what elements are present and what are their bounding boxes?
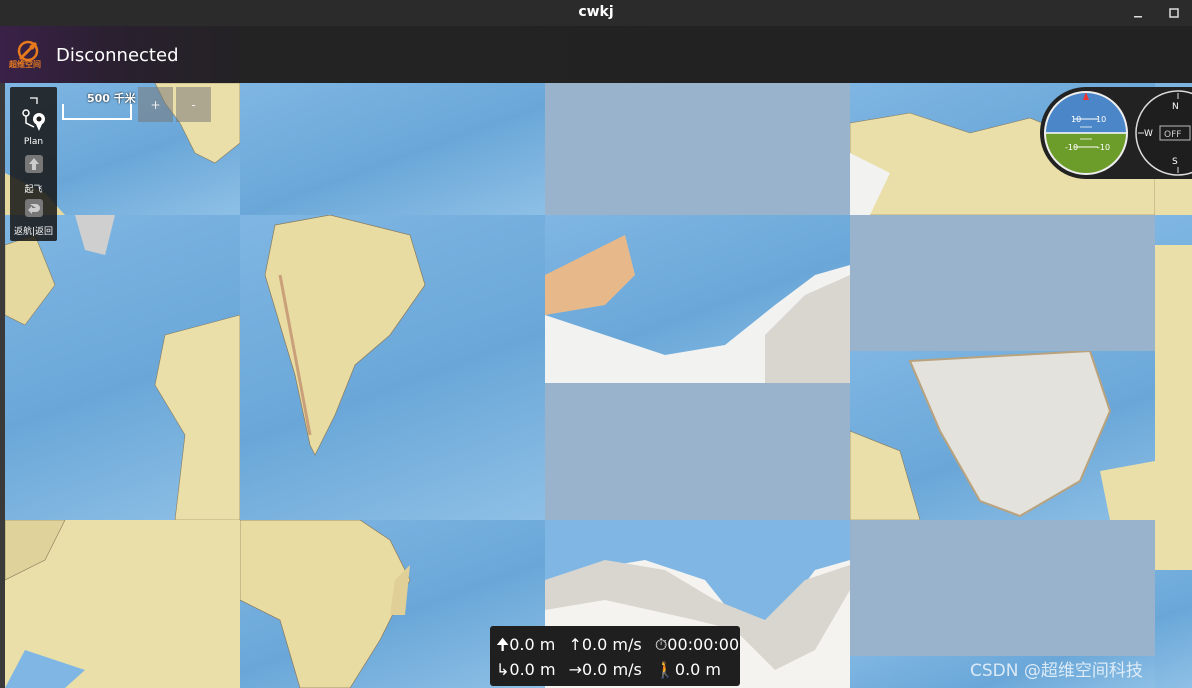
map-view[interactable] [0, 83, 1192, 688]
return-button[interactable]: 返航|返回 [10, 197, 57, 237]
fly-tool-strip: Plan 起飞 返航|返回 [10, 87, 57, 241]
telemetry-row-2: ↳0.0 m →0.0 m/s 🚶0.0 m [496, 660, 729, 679]
map-tile [5, 520, 240, 688]
connection-status[interactable]: Disconnected [56, 45, 179, 66]
climb-rate-icon: ↑ [568, 635, 582, 654]
takeoff-button[interactable]: 起飞 [10, 153, 57, 195]
route-icon [29, 97, 38, 104]
attitude-indicator: 10 10 -10 -10 [1044, 91, 1128, 175]
ground-speed-icon: → [568, 660, 583, 679]
watermark: CSDN @超维空间科技 [970, 661, 1143, 681]
map-tile [240, 83, 545, 215]
map-tile [850, 351, 1155, 520]
map-tile [545, 383, 850, 520]
map-tile [850, 215, 1155, 351]
minimize-button[interactable] [1120, 0, 1156, 26]
distance-value: 0.0 m [509, 660, 556, 679]
timer-icon: ⏱ [654, 635, 668, 654]
map-tile [5, 215, 240, 520]
compass-n: N [1172, 102, 1179, 112]
plan-waypoint-icon [21, 109, 45, 131]
minimize-icon [1134, 16, 1142, 18]
compass-indicator: N W S OFF [1135, 90, 1192, 176]
map-tile [545, 215, 850, 383]
ground-speed-value: 0.0 m/s [582, 660, 642, 679]
flight-time-value: 00:00:00 [667, 635, 740, 654]
instrument-panel: 10 10 -10 -10 N W S OFF [1040, 87, 1192, 179]
compass-s: S [1172, 157, 1178, 167]
plan-label: Plan [23, 137, 44, 147]
brand-logo-text: 超维空间 [9, 60, 41, 69]
zoom-out-button[interactable]: - [176, 87, 211, 122]
altitude-icon: 🠉 [496, 635, 510, 654]
pitch-label-up-left: 10 [1071, 115, 1081, 124]
telemetry-row-1: 🠉0.0 m ↑0.0 m/s ⏱00:00:00 [496, 634, 747, 661]
window-title: cwkj [578, 4, 614, 20]
map-tile [850, 520, 1155, 656]
plan-button[interactable]: Plan [10, 107, 57, 147]
maximize-button[interactable] [1156, 0, 1192, 26]
map-tile [1155, 520, 1192, 688]
main-toolbar: 超维空间 Disconnected [0, 26, 1192, 83]
map-tile [1155, 215, 1192, 520]
map-tile [240, 215, 545, 520]
distance-icon: ↳ [496, 660, 510, 679]
compass-off-label: OFF [1164, 130, 1181, 140]
takeoff-label: 起飞 [24, 185, 43, 195]
climb-rate-value: 0.0 m/s [581, 635, 642, 654]
pitch-label-up-right: 10 [1096, 115, 1106, 124]
map-scale-bar [62, 104, 132, 120]
telemetry-panel[interactable]: 🠉0.0 m ↑0.0 m/s ⏱00:00:00 ↳0.0 m →0.0 m/… [490, 626, 740, 686]
takeoff-icon [24, 155, 43, 173]
map-tile [545, 83, 850, 215]
return-label: 返航|返回 [13, 227, 54, 237]
compass-w: W [1144, 129, 1153, 139]
window-titlebar: cwkj [0, 0, 1192, 26]
pitch-label-down-left: -10 [1065, 143, 1078, 152]
window-edge [0, 83, 5, 688]
altitude-value: 0.0 m [509, 635, 556, 654]
zoom-in-button[interactable]: + [138, 87, 173, 122]
return-home-icon [24, 199, 43, 217]
pitch-label-down-right: -10 [1097, 143, 1110, 152]
home-distance-value: 0.0 m [674, 660, 722, 679]
home-distance-icon: 🚶 [654, 660, 675, 679]
maximize-icon [1169, 8, 1179, 18]
